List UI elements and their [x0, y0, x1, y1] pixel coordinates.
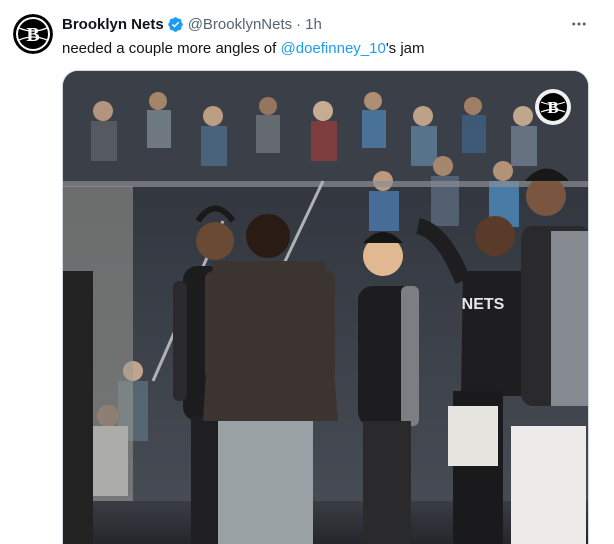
tweet-text-after: 's jam [385, 40, 425, 57]
tweet-text: needed a couple more angles of @doefinne… [62, 39, 425, 59]
verified-badge-icon [167, 16, 184, 33]
svg-text:B: B [26, 24, 39, 46]
mention-link[interactable]: @doefinney_10 [281, 40, 386, 57]
tweet-text-before: needed a couple more angles of [62, 40, 281, 57]
svg-text:B: B [547, 98, 558, 117]
timestamp[interactable]: 1h [305, 16, 322, 33]
video-player[interactable]: NETS B [62, 70, 589, 544]
player-left-edge [63, 271, 93, 544]
more-options-icon[interactable] [566, 14, 592, 34]
tweet[interactable]: B Brooklyn Nets @BrooklynNets · 1h neede… [0, 0, 614, 544]
handle[interactable]: @BrooklynNets [188, 16, 292, 33]
display-name[interactable]: Brooklyn Nets [62, 16, 164, 33]
jersey-text: NETS [462, 296, 505, 313]
separator-dot: · [296, 15, 302, 33]
avatar[interactable]: B [13, 14, 53, 54]
tweet-header: Brooklyn Nets @BrooklynNets · 1h [62, 14, 322, 34]
nets-logo-icon: B [13, 14, 53, 54]
video-frame: NETS B [63, 71, 588, 544]
nets-watermark-icon: B [535, 89, 571, 125]
